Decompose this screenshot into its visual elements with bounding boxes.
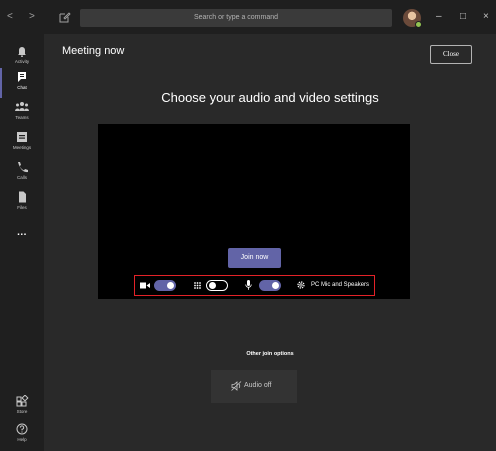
other-join-options-label: Other join options	[246, 351, 294, 357]
sidebar-item-help[interactable]: Help	[0, 420, 44, 450]
close-button[interactable]: Close	[430, 45, 472, 64]
gear-icon[interactable]	[296, 280, 306, 290]
device-controls-bar: PC Mic and Speakers	[134, 275, 375, 296]
more-apps-button[interactable]: ...	[0, 227, 44, 238]
search-input[interactable]: Search or type a command	[80, 9, 392, 27]
close-window-button[interactable]: ×	[483, 11, 489, 23]
video-preview	[98, 124, 410, 299]
avatar[interactable]	[403, 9, 422, 28]
sidebar-item-label: Calls	[16, 175, 27, 180]
sidebar-item-chat[interactable]: Chat	[0, 68, 44, 98]
settings-heading: Choose your audio and video settings	[161, 90, 379, 105]
sidebar-item-label: Store	[16, 409, 28, 414]
compose-icon[interactable]	[59, 11, 71, 23]
sidebar-item-label: Chat	[17, 85, 27, 90]
sidebar-item-label: Meetings	[12, 145, 32, 150]
phone-icon	[18, 162, 28, 173]
camera-icon	[140, 282, 150, 289]
sidebar-item-label: Activity	[14, 59, 30, 64]
audio-off-label: Audio off	[244, 382, 272, 389]
maximize-button[interactable]: □	[460, 11, 466, 23]
sidebar-item-store[interactable]: Store	[0, 392, 44, 422]
forward-arrow-icon[interactable]: >	[29, 11, 35, 23]
sidebar-item-label: Teams	[15, 115, 29, 120]
microphone-icon	[245, 280, 252, 290]
audio-off-button[interactable]: Audio off	[211, 370, 297, 403]
minimize-button[interactable]: –	[436, 11, 442, 23]
file-icon	[19, 191, 26, 203]
back-arrow-icon[interactable]: <	[7, 11, 13, 23]
join-now-button[interactable]: Join now	[228, 248, 281, 268]
sidebar-item-calls[interactable]: Calls	[0, 158, 44, 188]
help-icon	[16, 423, 28, 435]
teams-icon	[15, 102, 29, 111]
background-blur-toggle[interactable]	[206, 280, 228, 291]
app-rail: Activity Chat Teams Meetings Calls Files…	[0, 34, 44, 451]
sidebar-item-label: Help	[17, 437, 27, 442]
store-icon	[16, 395, 29, 407]
sidebar-item-files[interactable]: Files	[0, 188, 44, 218]
presence-badge	[415, 21, 422, 28]
speaker-off-icon	[231, 381, 242, 391]
sidebar-item-teams[interactable]: Teams	[0, 98, 44, 128]
chat-icon	[18, 72, 26, 82]
page-title: Meeting now	[62, 45, 125, 57]
sidebar-item-label: Files	[17, 205, 27, 210]
sidebar-item-meetings[interactable]: Meetings	[0, 128, 44, 158]
bell-icon	[18, 47, 26, 57]
microphone-toggle[interactable]	[259, 280, 281, 291]
audio-device-label[interactable]: PC Mic and Speakers	[311, 281, 369, 290]
calendar-icon	[17, 132, 27, 142]
camera-toggle[interactable]	[154, 280, 176, 291]
title-bar: < > Search or type a command – □ ×	[0, 0, 496, 34]
background-blur-icon	[194, 282, 201, 289]
